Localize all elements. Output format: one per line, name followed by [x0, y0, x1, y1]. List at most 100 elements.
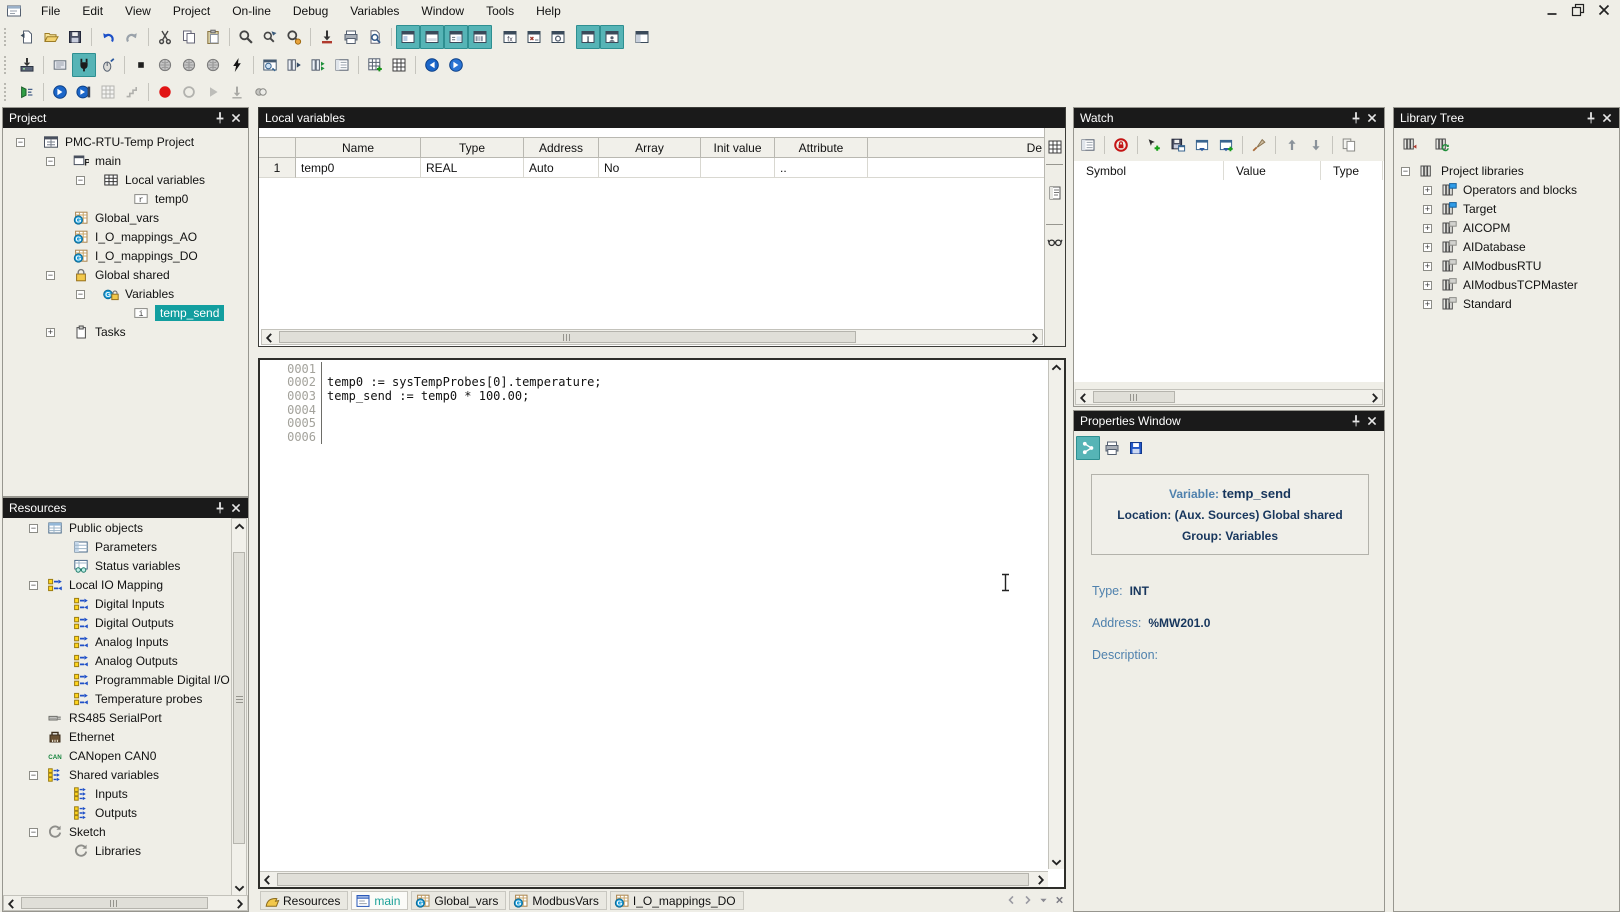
scroll-down-icon[interactable] — [1049, 854, 1064, 869]
properties-window-button[interactable]: I — [576, 25, 600, 49]
cell-init-value[interactable] — [701, 158, 775, 178]
menu-item-edit[interactable]: Edit — [71, 1, 114, 21]
scrollbar-thumb[interactable] — [1093, 391, 1175, 403]
tree-item-main[interactable]: −Pmain — [3, 152, 248, 171]
editor-horizontal-scrollbar[interactable] — [260, 871, 1048, 887]
io-columns-button[interactable] — [282, 53, 306, 77]
watch-horizontal-scrollbar[interactable] — [1075, 389, 1383, 405]
code-line[interactable]: 0001 — [260, 362, 1046, 376]
tab-resources[interactable]: Resources — [260, 891, 348, 910]
navigate-back-button[interactable] — [420, 53, 444, 77]
menu-item-variables[interactable]: Variables — [339, 1, 410, 21]
tab-close-button[interactable] — [1053, 893, 1066, 906]
fullscreen-button[interactable] — [630, 25, 654, 49]
expander-minus-icon[interactable]: − — [76, 176, 85, 185]
expander-minus-icon[interactable]: − — [29, 771, 38, 780]
tree-item-outputs[interactable]: Outputs — [3, 804, 248, 823]
save-blue-button[interactable] — [1124, 436, 1148, 460]
tree-item-analog-outputs[interactable]: Analog Outputs — [3, 652, 248, 671]
tree-item-i-o-mappings-ao[interactable]: GI_O_mappings_AO — [3, 228, 248, 247]
print-button[interactable] — [1100, 436, 1124, 460]
scroll-left-icon[interactable] — [1076, 390, 1091, 405]
expander-minus-icon[interactable]: − — [1401, 167, 1410, 176]
cut-button[interactable] — [153, 25, 177, 49]
tree-item-digital-outputs[interactable]: Digital Outputs — [3, 614, 248, 633]
run-mode-button[interactable] — [15, 80, 39, 104]
watch-column-type[interactable]: Type — [1321, 161, 1383, 180]
tree-item-digital-inputs[interactable]: Digital Inputs — [3, 595, 248, 614]
link-properties-button[interactable] — [1076, 436, 1100, 460]
navigate-forward-button[interactable] — [444, 53, 468, 77]
tab-modbusvars[interactable]: GModbusVars — [509, 891, 606, 910]
tree-item-aimodbustcpmaster[interactable]: +AIModbusTCPMaster — [1394, 276, 1619, 295]
expander-plus-icon[interactable]: + — [1423, 224, 1432, 233]
menu-item-view[interactable]: View — [114, 1, 162, 21]
step-over-button[interactable] — [225, 80, 249, 104]
pou-window-button[interactable] — [546, 25, 570, 49]
clear-watch-button[interactable] — [1247, 133, 1271, 157]
add-symbol-button[interactable] — [1142, 133, 1166, 157]
scroll-up-icon[interactable] — [232, 519, 247, 534]
editor-vertical-scrollbar[interactable] — [1048, 360, 1064, 869]
expander-plus-icon[interactable]: + — [1423, 262, 1432, 271]
print-button[interactable] — [339, 25, 363, 49]
cross-reference-window-button[interactable] — [522, 25, 546, 49]
tree-item-rs485-serialport[interactable]: RS485 SerialPort — [3, 709, 248, 728]
column-header-type[interactable]: Type — [421, 137, 524, 158]
tree-item-variables[interactable]: −GVariables — [3, 285, 248, 304]
document-view-button[interactable] — [1046, 184, 1063, 202]
menu-item-window[interactable]: Window — [410, 1, 475, 21]
tree-item-temp0[interactable]: rtemp0 — [3, 190, 248, 209]
watch-window-button[interactable] — [444, 25, 468, 49]
tree-item-temp-send[interactable]: itemp_send — [3, 304, 248, 323]
menu-item-project[interactable]: Project — [162, 1, 221, 21]
cell-row-number[interactable]: 1 — [259, 158, 296, 178]
scroll-right-icon[interactable] — [1367, 390, 1382, 405]
go-to-symbol-button[interactable] — [315, 25, 339, 49]
scrollbar-thumb[interactable] — [277, 873, 1029, 886]
column-header-de[interactable]: De — [868, 137, 1047, 158]
operators-window-button[interactable]: fx — [498, 25, 522, 49]
pin-button[interactable] — [1348, 413, 1364, 429]
tab-right-button[interactable] — [1021, 893, 1034, 906]
workspace-window-button[interactable] — [600, 25, 624, 49]
toolbar-grip[interactable] — [4, 28, 10, 46]
disconnect-button[interactable] — [96, 53, 120, 77]
tab-global-vars[interactable]: GGlobal_vars — [411, 891, 506, 910]
tree-item-local-variables[interactable]: −Local variables — [3, 171, 248, 190]
cell-name[interactable]: temp0 — [296, 158, 421, 178]
tree-item-operators-and-blocks[interactable]: +Operators and blocks — [1394, 181, 1619, 200]
move-up-button[interactable] — [1280, 133, 1304, 157]
tree-item-sketch[interactable]: −Sketch — [3, 823, 248, 842]
copy-watch-button[interactable] — [1337, 133, 1361, 157]
column-header-init-value[interactable]: Init value — [701, 137, 775, 158]
table-horizontal-scrollbar[interactable] — [261, 329, 1043, 345]
call-stack-button[interactable] — [120, 80, 144, 104]
expander-plus-icon[interactable]: + — [1423, 243, 1432, 252]
scroll-left-icon[interactable] — [4, 896, 19, 911]
restore-button[interactable] — [1570, 2, 1586, 18]
expander-minus-icon[interactable]: − — [46, 271, 55, 280]
tree-item-local-io-mapping[interactable]: −Local IO Mapping — [3, 576, 248, 595]
close-button[interactable] — [228, 110, 244, 126]
resources-vertical-scrollbar[interactable] — [231, 518, 247, 896]
tree-item-aimodbusrtu[interactable]: +AIModbusRTU — [1394, 257, 1619, 276]
expander-minus-icon[interactable]: − — [76, 290, 85, 299]
copy-button[interactable] — [177, 25, 201, 49]
pin-button[interactable] — [1583, 110, 1599, 126]
menu-item-on-line[interactable]: On-line — [221, 1, 282, 21]
open-project-button[interactable] — [39, 25, 63, 49]
code-line[interactable]: 0003temp_send := temp0 * 100.00; — [260, 389, 1046, 403]
tree-item-aicopm[interactable]: +AICOPM — [1394, 219, 1619, 238]
continue-button[interactable] — [201, 80, 225, 104]
scroll-right-icon[interactable] — [1033, 872, 1048, 887]
tree-item-target[interactable]: +Target — [1394, 200, 1619, 219]
tree-item-parameters[interactable]: Parameters — [3, 538, 248, 557]
tab-left-button[interactable] — [1005, 893, 1018, 906]
halt-execution-button[interactable] — [177, 80, 201, 104]
toolbar-grip[interactable] — [4, 56, 10, 74]
minimize-button[interactable] — [1544, 2, 1560, 18]
menu-item-debug[interactable]: Debug — [282, 1, 339, 21]
close-button[interactable] — [1599, 110, 1615, 126]
undo-button[interactable] — [96, 25, 120, 49]
